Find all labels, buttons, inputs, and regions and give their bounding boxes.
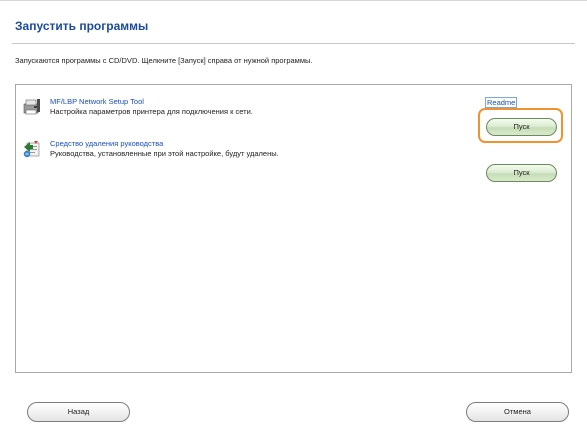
uninstall-manual-icon — [23, 141, 40, 158]
page-title: Запустить программы — [15, 19, 149, 33]
readme-link[interactable]: Readme — [485, 97, 518, 108]
program-name[interactable]: Средство удаления руководства — [50, 139, 163, 148]
launch-button-manual-uninstall[interactable]: Пуск — [486, 164, 557, 182]
launch-button-network-setup[interactable]: Пуск — [486, 118, 557, 136]
page-description: Запускаются программы с CD/DVD. Щелкните… — [15, 56, 313, 65]
program-description: Руководства, установленные при этой наст… — [50, 149, 279, 158]
cancel-button[interactable]: Отмена — [466, 402, 569, 422]
back-button[interactable]: Назад — [27, 402, 130, 422]
program-description: Настройка параметров принтера для подклю… — [50, 107, 253, 116]
program-name[interactable]: MF/LBP Network Setup Tool — [50, 97, 144, 106]
printer-network-icon — [23, 99, 40, 115]
setup-window: Запустить программы Запускаются программ… — [0, 0, 587, 428]
title-divider — [12, 43, 575, 44]
